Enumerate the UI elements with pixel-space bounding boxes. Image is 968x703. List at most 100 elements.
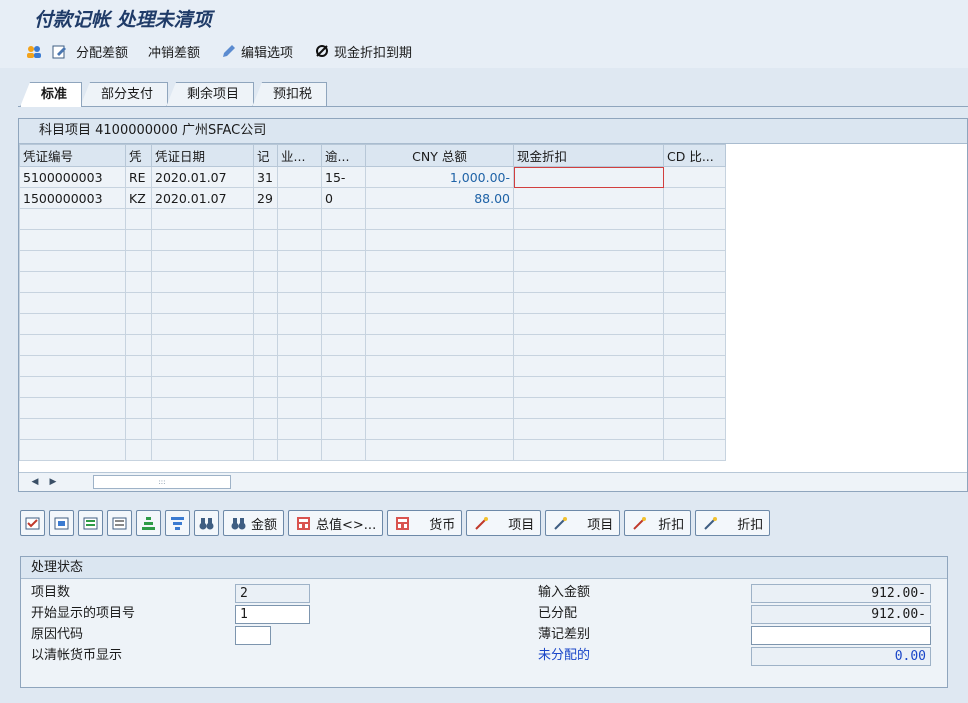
table-cell[interactable] (513, 292, 664, 314)
table-cell[interactable] (19, 208, 126, 230)
table-row[interactable] (19, 439, 726, 461)
tab-partial-payment[interactable]: 部分支付 (80, 82, 169, 107)
table-cell[interactable] (321, 355, 366, 377)
table-cell[interactable] (253, 397, 278, 419)
table-cell[interactable] (277, 334, 322, 356)
table-cell[interactable] (277, 208, 322, 230)
table-cell[interactable] (321, 376, 366, 398)
scroll-right-icon[interactable]: ▶ (47, 476, 59, 488)
table-cell[interactable]: KZ (125, 187, 152, 209)
table-cell[interactable] (321, 334, 366, 356)
table-cell[interactable] (663, 292, 726, 314)
table-cell[interactable] (513, 397, 664, 419)
table-cell[interactable]: 2020.01.07 (151, 166, 254, 188)
table-cell[interactable]: 0 (321, 187, 366, 209)
table-cell[interactable] (365, 418, 514, 440)
table-cell[interactable]: RE (125, 166, 152, 188)
table-cell[interactable] (151, 292, 254, 314)
table-cell[interactable] (253, 292, 278, 314)
table-cell[interactable]: 2020.01.07 (151, 187, 254, 209)
table-cell[interactable] (151, 439, 254, 461)
cash-discount-due-button[interactable]: 现金折扣到期 (313, 42, 412, 61)
table-cell[interactable] (663, 313, 726, 335)
table-cell[interactable]: 5100000003 (19, 166, 126, 188)
table-cell[interactable] (277, 355, 322, 377)
table-row[interactable] (19, 271, 726, 293)
table-cell[interactable] (151, 355, 254, 377)
table-cell[interactable] (663, 355, 726, 377)
table-cell[interactable] (663, 250, 726, 272)
table-cell[interactable] (663, 376, 726, 398)
total-value-button[interactable]: 总值<>... (288, 510, 384, 536)
table-cell[interactable] (277, 250, 322, 272)
table-cell[interactable] (253, 250, 278, 272)
table-cell[interactable] (365, 229, 514, 251)
table-cell[interactable]: 29 (253, 187, 278, 209)
table-cell[interactable] (663, 418, 726, 440)
table-cell[interactable] (365, 313, 514, 335)
table-cell[interactable] (151, 376, 254, 398)
table-cell[interactable] (513, 313, 664, 335)
table-cell[interactable] (125, 334, 152, 356)
edit-options-button[interactable]: 编辑选项 (220, 42, 293, 61)
table-cell[interactable] (277, 439, 322, 461)
table-cell[interactable] (365, 208, 514, 230)
table-cell[interactable] (125, 250, 152, 272)
reason-code-field[interactable] (235, 626, 271, 645)
table-cell[interactable] (663, 271, 726, 293)
table-cell[interactable] (321, 292, 366, 314)
table-cell[interactable] (321, 397, 366, 419)
write-off-difference-button[interactable]: 冲销差额 (148, 42, 200, 61)
table-cell[interactable] (513, 208, 664, 230)
table-cell[interactable] (321, 229, 366, 251)
table-cell[interactable] (277, 376, 322, 398)
table-cell[interactable] (277, 271, 322, 293)
table-cell[interactable] (321, 208, 366, 230)
users-icon[interactable] (26, 43, 43, 60)
table-cell[interactable] (513, 187, 664, 209)
tab-standard[interactable]: 标准 (20, 82, 83, 107)
table-cell[interactable] (321, 439, 366, 461)
discount-button-1[interactable]: 折扣 (624, 510, 692, 536)
table-cell[interactable] (365, 376, 514, 398)
table-cell[interactable] (253, 376, 278, 398)
table-cell[interactable] (513, 166, 664, 188)
col-cd-rate[interactable]: CD 比... (663, 144, 726, 167)
col-cash-discount[interactable]: 现金折扣 (513, 144, 664, 167)
table-cell[interactable] (125, 271, 152, 293)
table-cell[interactable] (151, 313, 254, 335)
table-cell[interactable] (151, 418, 254, 440)
col-doc-date[interactable]: 凭证日期 (151, 144, 254, 167)
table-cell[interactable] (277, 166, 322, 188)
col-overdue[interactable]: 逾... (321, 144, 366, 167)
horizontal-scrollbar[interactable]: ◀ ▶ ::: (19, 472, 967, 491)
start-item-field[interactable]: 1 (235, 605, 310, 624)
col-total-amount[interactable]: CNY 总额 (365, 144, 514, 167)
table-cell[interactable] (125, 418, 152, 440)
table-cell[interactable] (125, 439, 152, 461)
find-button[interactable] (194, 510, 219, 536)
table-cell[interactable] (277, 229, 322, 251)
deactivate-items-button[interactable] (107, 510, 132, 536)
col-doc-type[interactable]: 凭 (125, 144, 152, 167)
table-cell[interactable] (19, 292, 126, 314)
table-cell[interactable] (513, 355, 664, 377)
table-cell[interactable] (151, 208, 254, 230)
col-posting-key[interactable]: 记 (253, 144, 278, 167)
table-cell[interactable] (663, 397, 726, 419)
table-row[interactable] (19, 355, 726, 377)
table-row[interactable] (19, 376, 726, 398)
items-button-1[interactable]: 项目 (466, 510, 542, 536)
table-cell[interactable] (253, 418, 278, 440)
table-cell[interactable] (19, 418, 126, 440)
find-amount-button[interactable]: 金额 (223, 510, 285, 536)
table-row[interactable] (19, 334, 726, 356)
select-all-button[interactable] (20, 510, 45, 536)
table-cell[interactable] (19, 439, 126, 461)
table-cell[interactable] (513, 250, 664, 272)
table-cell[interactable]: 88.00 (365, 187, 514, 209)
table-cell[interactable] (253, 229, 278, 251)
table-cell[interactable] (321, 418, 366, 440)
table-cell[interactable] (365, 271, 514, 293)
scroll-thumb[interactable]: ::: (93, 475, 231, 489)
